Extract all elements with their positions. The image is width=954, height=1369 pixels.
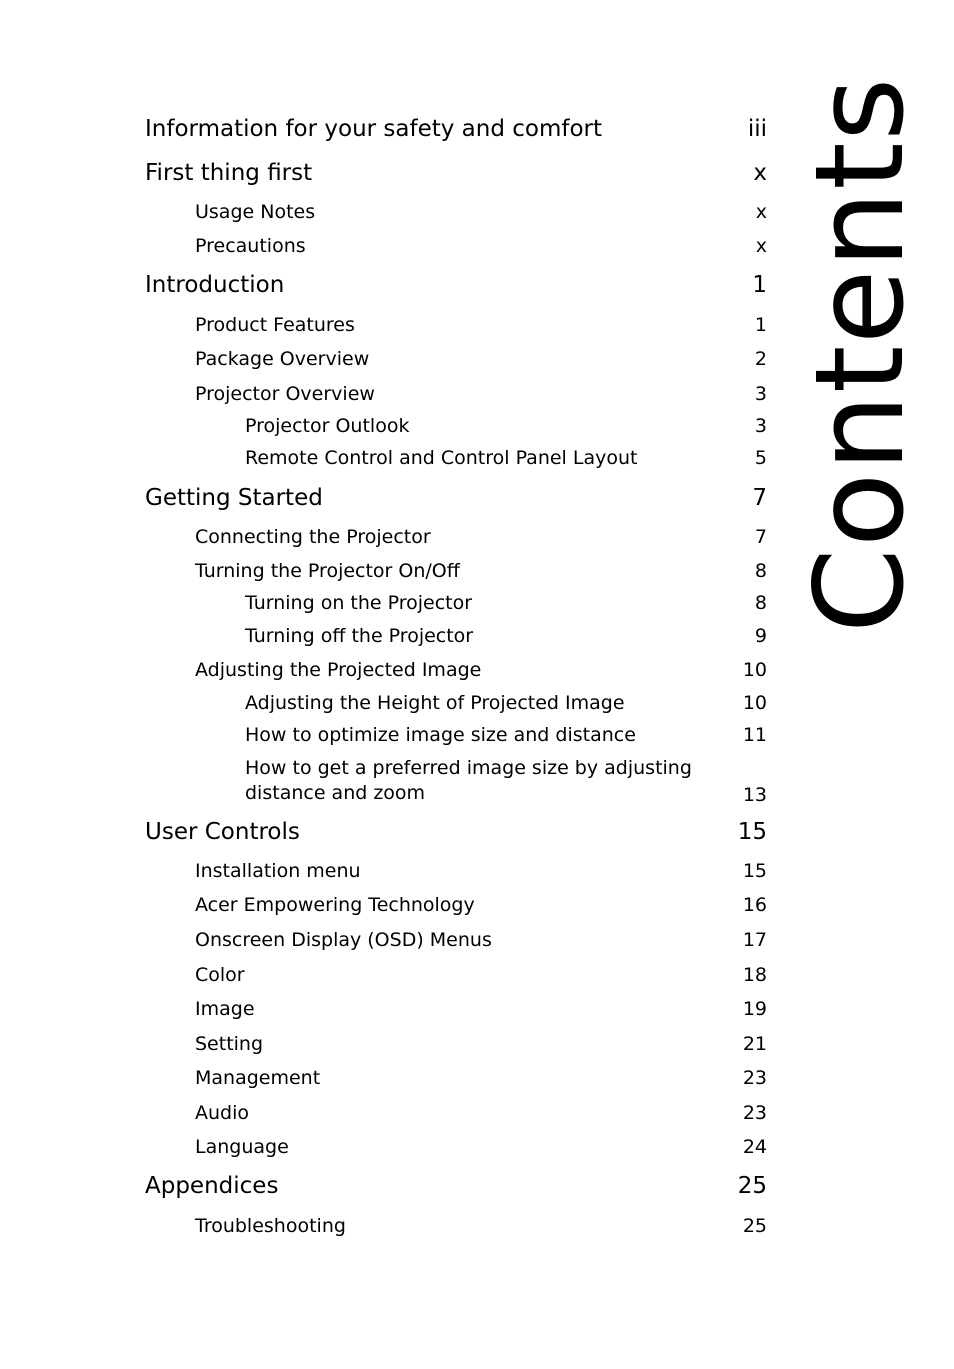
toc-entry-label: Management — [195, 1067, 321, 1089]
toc-entry-label: Setting — [195, 1033, 264, 1055]
toc-entry[interactable]: Information for your safety and comfort … — [145, 116, 767, 142]
toc-entry[interactable]: First thing first x — [145, 160, 767, 186]
toc-entry-label: Turning on the Projector — [245, 592, 473, 614]
page-title: Contents — [789, 76, 931, 634]
toc-entry-page: 9 — [754, 625, 767, 647]
toc-entry[interactable]: Remote Control and Control Panel Layout … — [145, 447, 767, 469]
toc-entry-page: 1 — [752, 272, 767, 298]
toc-entry-label: Installation menu — [195, 860, 361, 882]
toc-entry-label: Appendices — [145, 1173, 279, 1199]
toc-entry-label: Turning the Projector On/Off — [195, 560, 460, 582]
toc-entry-label: Usage Notes — [195, 201, 316, 223]
toc-entry-label: First thing first — [145, 160, 313, 186]
toc-entry[interactable]: Usage Notes x — [145, 201, 767, 223]
toc-entry[interactable]: Adjusting the Height of Projected Image … — [145, 692, 767, 714]
toc-entry-page: iii — [747, 116, 767, 142]
toc-entry[interactable]: How to get a preferred image size by adj… — [145, 756, 767, 806]
toc-entry-label: User Controls — [145, 819, 300, 845]
toc-entry-page: 11 — [742, 724, 767, 746]
toc-entry[interactable]: Management 23 — [145, 1067, 767, 1089]
toc-entry-page: 3 — [754, 415, 767, 437]
toc-entry-label: Adjusting the Height of Projected Image — [245, 692, 625, 714]
toc-entry-page: 5 — [754, 447, 767, 469]
toc-entry-label: Color — [195, 964, 245, 986]
toc-entry[interactable]: Product Features 1 — [145, 314, 767, 336]
toc-entry[interactable]: Projector Overview 3 — [145, 383, 767, 405]
toc-entry[interactable]: Language 24 — [145, 1136, 767, 1158]
toc-entry-label: Image — [195, 998, 255, 1020]
toc-entry[interactable]: Getting Started 7 — [145, 485, 767, 511]
toc-entry[interactable]: User Controls 15 — [145, 819, 767, 845]
toc-entry-page: 16 — [742, 894, 767, 916]
toc-entry-page: 1 — [754, 314, 767, 336]
toc-entry-label: Connecting the Projector — [195, 526, 431, 548]
toc-entry-page: 8 — [754, 560, 767, 582]
toc-entry-page: 24 — [742, 1136, 767, 1158]
toc-entry[interactable]: Onscreen Display (OSD) Menus 17 — [145, 929, 767, 951]
toc-entry-page: 25 — [737, 1173, 767, 1199]
toc-entry-label: Onscreen Display (OSD) Menus — [195, 929, 492, 951]
toc-entry-label: Introduction — [145, 272, 285, 298]
toc-entry-page: 25 — [742, 1215, 767, 1237]
toc-entry-page: 21 — [742, 1033, 767, 1055]
toc-entry-page: 10 — [742, 692, 767, 714]
toc-entry-page: 23 — [742, 1102, 767, 1124]
toc-entry-label: Acer Empowering Technology — [195, 894, 475, 916]
toc-entry-label: Information for your safety and comfort — [145, 116, 603, 142]
toc-entry[interactable]: Turning off the Projector 9 — [145, 625, 767, 647]
toc-entry[interactable]: Turning on the Projector 8 — [145, 592, 767, 614]
toc-entry[interactable]: How to optimize image size and distance … — [145, 724, 767, 746]
toc-entry[interactable]: Installation menu 15 — [145, 860, 767, 882]
toc-entry-label: Package Overview — [195, 348, 370, 370]
toc-entry-label: Troubleshooting — [195, 1215, 346, 1237]
toc-entry[interactable]: Image 19 — [145, 998, 767, 1020]
toc-entry[interactable]: Audio 23 — [145, 1102, 767, 1124]
toc-entry-label: Projector Overview — [195, 383, 375, 405]
toc-entry[interactable]: Acer Empowering Technology 16 — [145, 894, 767, 916]
toc-entry-page: 19 — [742, 998, 767, 1020]
toc-entry-label: Precautions — [195, 235, 306, 257]
toc-entry[interactable]: Precautions x — [145, 235, 767, 257]
toc-entry-label: Getting Started — [145, 485, 323, 511]
toc-entry[interactable]: Turning the Projector On/Off 8 — [145, 560, 767, 582]
toc-entry-page: x — [753, 160, 767, 186]
toc-entry-label: How to get a preferred image size by adj… — [245, 757, 692, 804]
toc-entry-page: 18 — [742, 964, 767, 986]
toc-entry[interactable]: Adjusting the Projected Image 10 — [145, 659, 767, 681]
toc-entry[interactable]: Connecting the Projector 7 — [145, 526, 767, 548]
toc-entry-page: 3 — [754, 383, 767, 405]
toc-entry-page: 13 — [742, 784, 767, 806]
toc-entry[interactable]: Introduction 1 — [145, 272, 767, 298]
toc-entry-page: 8 — [754, 592, 767, 614]
toc-entry-page: 2 — [754, 348, 767, 370]
toc-entry-label: Adjusting the Projected Image — [195, 659, 482, 681]
toc-entry[interactable]: Setting 21 — [145, 1033, 767, 1055]
toc-entry-page: 7 — [754, 526, 767, 548]
toc-entry-page: 23 — [742, 1067, 767, 1089]
toc-entry[interactable]: Package Overview 2 — [145, 348, 767, 370]
toc-entry-label: Language — [195, 1136, 289, 1158]
toc-entry-label: Projector Outlook — [245, 415, 410, 437]
toc-entry-page: 15 — [742, 860, 767, 882]
toc-entry-page: 10 — [742, 659, 767, 681]
toc-entry-label: Product Features — [195, 314, 355, 336]
toc-entry[interactable]: Color 18 — [145, 964, 767, 986]
toc-entry-label: Remote Control and Control Panel Layout — [245, 447, 638, 469]
toc-entry[interactable]: Appendices 25 — [145, 1173, 767, 1199]
toc-entry[interactable]: Troubleshooting 25 — [145, 1215, 767, 1237]
toc-entry-label: How to optimize image size and distance — [245, 724, 636, 746]
toc-entry-page: 7 — [752, 485, 767, 511]
table-of-contents: Information for your safety and comfort … — [145, 0, 767, 1369]
toc-entry-page: 17 — [742, 929, 767, 951]
toc-entry[interactable]: Projector Outlook 3 — [145, 415, 767, 437]
toc-entry-label: Turning off the Projector — [245, 625, 474, 647]
toc-entry-page: x — [755, 201, 767, 223]
toc-entry-label: Audio — [195, 1102, 250, 1124]
toc-entry-page: x — [755, 235, 767, 257]
toc-entry-page: 15 — [737, 819, 767, 845]
